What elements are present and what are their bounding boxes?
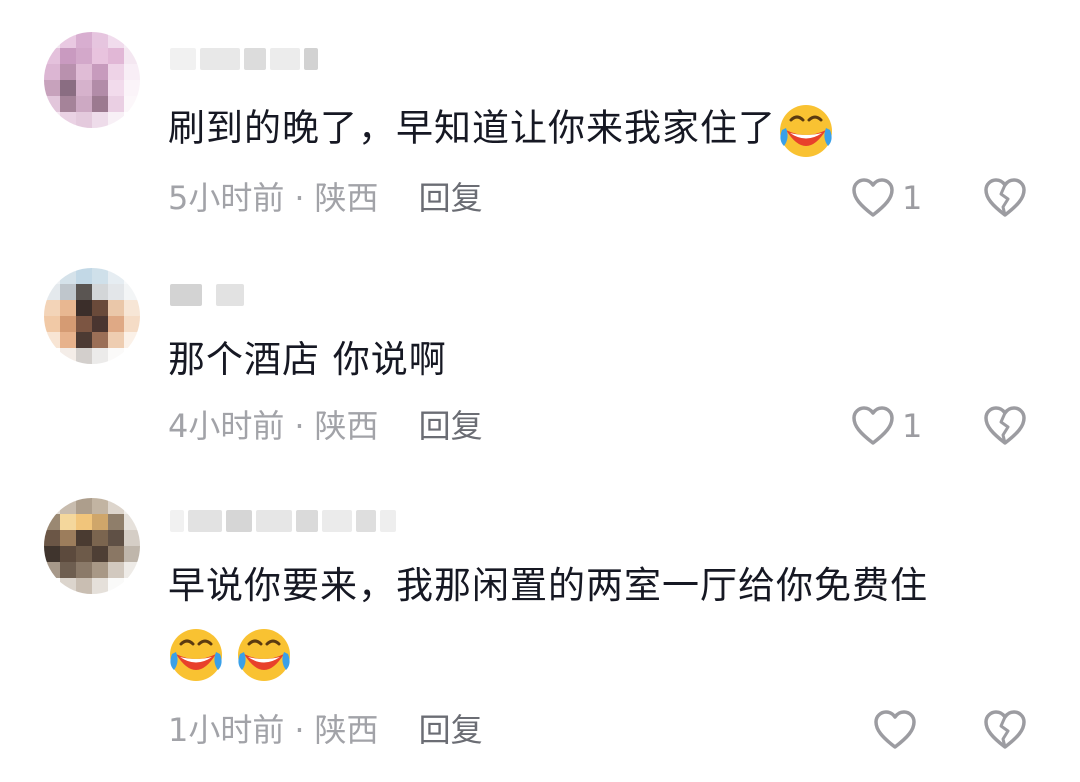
comment-time: 1小时前 [168,711,285,749]
comment-item: 早说你要来，我那闲置的两室一厅给你免费住 1小时前 · 陕西 回复 [0,0,1080,782]
separator-dot: · [294,711,305,749]
username[interactable] [170,508,396,534]
comment-text: 早说你要来，我那闲置的两室一厅给你免费住 [168,562,928,610]
laughing-crying-emoji [238,629,290,681]
emoji-row [166,624,294,684]
comment-text-content: 早说你要来，我那闲置的两室一厅给你免费住 [168,564,928,607]
dislike-button[interactable] [982,708,1028,752]
comment-location: 陕西 [314,711,379,749]
heart-outline-icon [874,710,916,749]
reply-button[interactable]: 回复 [419,711,483,749]
comment-meta: 1小时前 · 陕西 回复 [168,710,483,750]
laughing-crying-emoji [170,629,222,681]
avatar[interactable] [44,498,140,594]
broken-heart-icon [984,710,1026,749]
like-button[interactable] [872,708,924,752]
